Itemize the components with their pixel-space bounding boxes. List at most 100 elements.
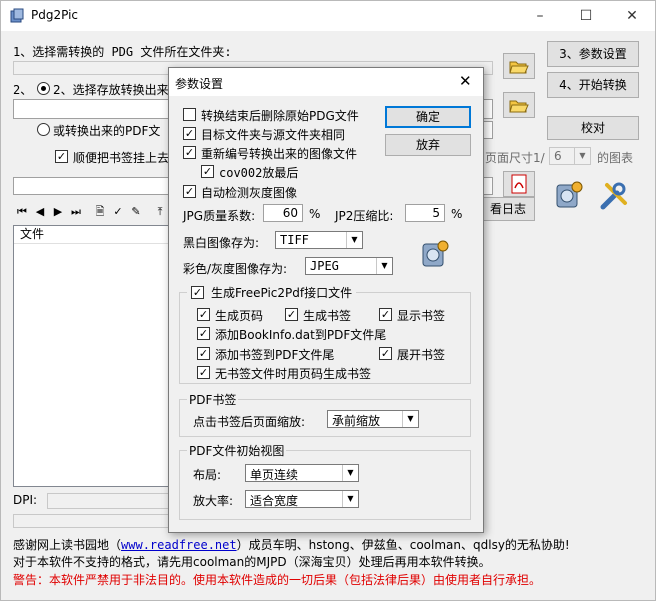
settings-dialog: 参数设置 ✕ 确定 放弃 转换结束后删除原始PDG文件 ✓ 目标文件夹与源文件夹… bbox=[168, 67, 484, 533]
pagesize-suffix: 的图表 bbox=[597, 151, 634, 165]
gen-pagenum-label: 生成页码 bbox=[215, 309, 264, 323]
tools-icon[interactable] bbox=[597, 179, 631, 213]
free-pic-group-header: ✓ 生成FreePic2Pdf接口文件 bbox=[187, 284, 357, 300]
chevron-down-icon: ▼ bbox=[342, 491, 358, 507]
chevron-down-icon: ▼ bbox=[402, 411, 418, 427]
last-icon[interactable]: ⏭ bbox=[69, 205, 83, 219]
browse-source-button[interactable] bbox=[503, 53, 535, 79]
view-log-button[interactable]: 看日志 bbox=[481, 197, 535, 221]
pagesize-select[interactable]: 6 ▼ bbox=[549, 147, 591, 165]
window-title: Pdg2Pic bbox=[31, 8, 79, 22]
readfree-link[interactable]: www.readfree.net bbox=[121, 538, 237, 552]
no-bookmark-gen-checkbox[interactable]: ✓ bbox=[197, 366, 210, 379]
check-icon[interactable]: ✓ bbox=[111, 205, 125, 219]
move-top-icon[interactable]: ⤒ bbox=[153, 205, 167, 219]
minimize-icon[interactable]: – bbox=[517, 1, 563, 31]
zoom-after-click-value: 承前缩放 bbox=[332, 414, 381, 428]
chevron-down-icon: ▼ bbox=[376, 258, 392, 274]
dpi-label: DPI: bbox=[13, 493, 38, 507]
step1-label: 1、选择需转换的 PDG 文件所在文件夹: bbox=[13, 45, 232, 59]
same-folder-label: 目标文件夹与源文件夹相同 bbox=[201, 128, 346, 142]
maximize-icon[interactable]: ☐ bbox=[563, 1, 609, 31]
output-folder-radio[interactable] bbox=[37, 82, 50, 95]
color-format-value: JPEG bbox=[310, 259, 339, 273]
auto-gray-checkbox[interactable]: ✓ bbox=[183, 185, 196, 198]
zoom-value: 适合宽度 bbox=[250, 494, 299, 508]
pdf-view-group-label: PDF文件初始视图 bbox=[187, 442, 287, 459]
gen-bookmark-label: 生成书签 bbox=[303, 309, 352, 323]
output-pdf-radio[interactable] bbox=[37, 123, 50, 136]
delete-pdg-checkbox[interactable] bbox=[183, 108, 196, 121]
pdf-button[interactable] bbox=[503, 171, 535, 197]
file-column-header[interactable]: 文件 bbox=[14, 226, 172, 244]
auto-gray-label: 自动检测灰度图像 bbox=[201, 186, 298, 200]
expand-bookmark-checkbox[interactable]: ✓ bbox=[379, 347, 392, 360]
next-icon[interactable]: ▶ bbox=[51, 205, 65, 219]
file-column-label: 文件 bbox=[20, 227, 45, 241]
settings-button[interactable]: 3、参数设置 bbox=[547, 41, 639, 67]
progress-bar bbox=[13, 514, 173, 528]
pdf-bookmark-group-label: PDF书签 bbox=[187, 391, 239, 408]
add-bookinfo-checkbox[interactable]: ✓ bbox=[197, 327, 210, 340]
renumber-label: 重新编号转换出来的图像文件 bbox=[201, 147, 358, 161]
edit-icon[interactable]: ✎ bbox=[129, 205, 143, 219]
jpg-quality-input[interactable]: 60 bbox=[263, 204, 303, 222]
zoom-select[interactable]: 适合宽度 ▼ bbox=[245, 490, 359, 508]
browse-output-button[interactable] bbox=[503, 92, 535, 118]
settings-gears-icon bbox=[422, 240, 449, 267]
thanks-suffix: ）成员车明、hstong、伊兹鱼、coolman、qdlsy的无私协助! bbox=[236, 538, 570, 552]
close-icon[interactable]: ✕ bbox=[609, 1, 655, 31]
show-bookmark-checkbox[interactable]: ✓ bbox=[379, 308, 392, 321]
bw-format-label: 黑白图像存为: bbox=[183, 236, 260, 250]
settings-gears-icon[interactable] bbox=[551, 179, 585, 213]
add-bookmark-tail-checkbox[interactable]: ✓ bbox=[197, 347, 210, 360]
dialog-close-icon[interactable]: ✕ bbox=[459, 72, 472, 90]
layout-select[interactable]: 单页连续 ▼ bbox=[245, 464, 359, 482]
pagesize-label: 页面尺寸1/ bbox=[485, 151, 545, 165]
doc-icon[interactable]: 🗎 bbox=[93, 205, 107, 219]
dpi-field bbox=[47, 493, 171, 509]
jp2-unit: % bbox=[451, 207, 463, 221]
title-bar: Pdg2Pic – ☐ ✕ bbox=[1, 1, 655, 31]
chevron-down-icon: ▼ bbox=[574, 148, 590, 164]
bw-format-value: TIFF bbox=[280, 233, 309, 247]
dialog-title: 参数设置 bbox=[175, 77, 224, 91]
renumber-checkbox[interactable]: ✓ bbox=[183, 146, 196, 159]
jpg-quality-value: 60 bbox=[282, 206, 298, 220]
folder-open-icon bbox=[509, 61, 529, 74]
main-bookmark-checkbox[interactable]: ✓ bbox=[55, 150, 68, 163]
zoom-after-click-select[interactable]: 承前缩放 ▼ bbox=[327, 410, 419, 428]
bw-format-select[interactable]: TIFF ▼ bbox=[275, 231, 363, 249]
main-bookmark-label: 顺便把书签挂上去 bbox=[73, 151, 170, 165]
first-icon[interactable]: ⏮ bbox=[15, 205, 29, 219]
add-bookinfo-label: 添加BookInfo.dat到PDF文件尾 bbox=[215, 328, 387, 342]
thanks-prefix: 感谢网上读书园地（ bbox=[13, 538, 122, 552]
start-convert-button[interactable]: 4、开始转换 bbox=[547, 72, 639, 98]
prev-icon[interactable]: ◀ bbox=[33, 205, 47, 219]
warning-text: 警告：本软件严禁用于非法目的。使用本软件造成的一切后果（包括法律后果）由使用者自… bbox=[13, 573, 542, 587]
color-format-label: 彩色/灰度图像存为: bbox=[183, 262, 288, 276]
ok-button[interactable]: 确定 bbox=[385, 106, 471, 128]
same-folder-checkbox[interactable]: ✓ bbox=[183, 127, 196, 140]
pdf-view-group bbox=[179, 450, 471, 520]
gen-bookmark-checkbox[interactable]: ✓ bbox=[285, 308, 298, 321]
dialog-title-bar: 参数设置 ✕ bbox=[169, 68, 483, 96]
file-list[interactable]: 文件 bbox=[13, 225, 173, 487]
zoom-label: 放大率: bbox=[193, 494, 234, 508]
add-bookmark-tail-label: 添加书签到PDF文件尾 bbox=[215, 348, 335, 362]
jpg-quality-label: JPG质量系数: bbox=[183, 209, 256, 223]
folder-open-icon bbox=[509, 100, 529, 113]
jp2-input[interactable]: 5 bbox=[405, 204, 445, 222]
list-toolbar: ⏮ ◀ ▶ ⏭ 🗎 ✓ ✎ ⤒ bbox=[15, 205, 175, 221]
cov002-checkbox[interactable]: ✓ bbox=[201, 165, 214, 178]
cancel-button[interactable]: 放弃 bbox=[385, 134, 471, 156]
show-bookmark-label: 显示书签 bbox=[397, 309, 446, 323]
proofread-button[interactable]: 校对 bbox=[547, 116, 639, 140]
note-text: 对于本软件不支持的格式，请先用coolman的MJPD（深海宝贝）处理后再用本软… bbox=[13, 555, 491, 569]
color-format-select[interactable]: JPEG ▼ bbox=[305, 257, 393, 275]
jp2-value: 5 bbox=[432, 206, 440, 220]
gen-free-checkbox[interactable]: ✓ bbox=[191, 286, 204, 299]
gen-free-label: 生成FreePic2Pdf接口文件 bbox=[211, 286, 353, 300]
gen-pagenum-checkbox[interactable]: ✓ bbox=[197, 308, 210, 321]
app-icon bbox=[10, 8, 24, 23]
